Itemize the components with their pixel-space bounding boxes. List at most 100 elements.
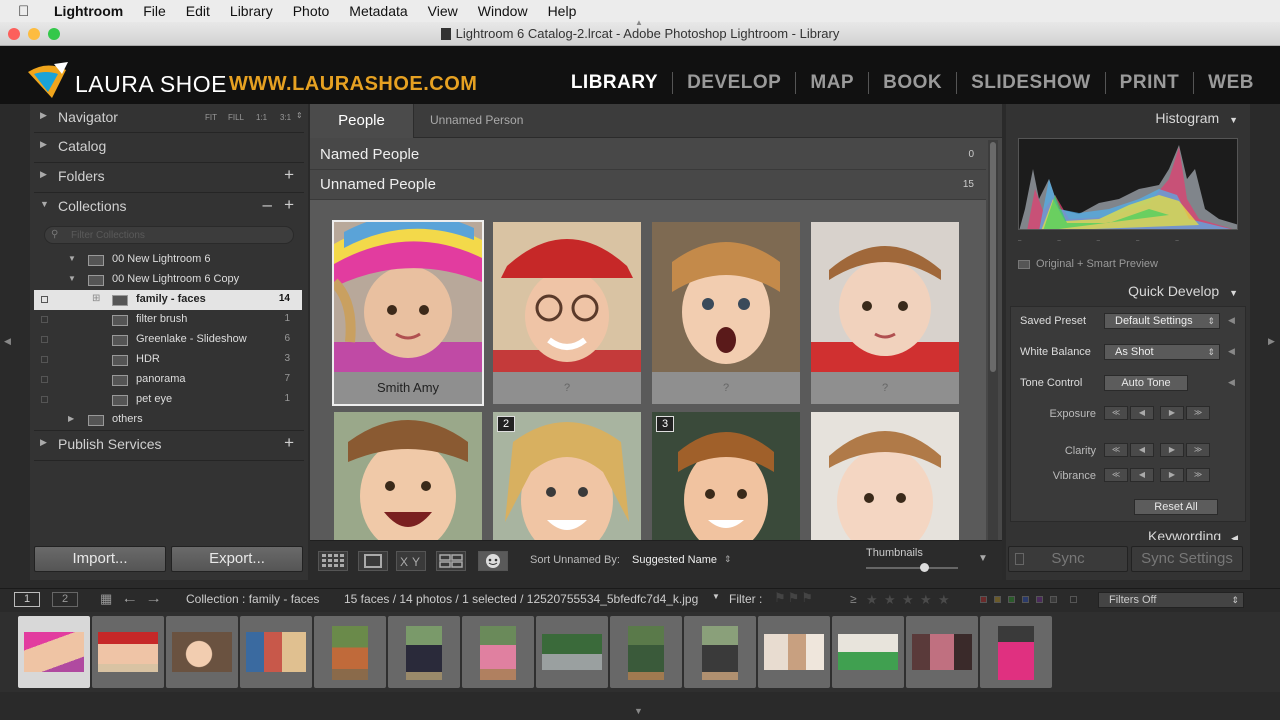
sync-button[interactable]: Sync	[1008, 546, 1128, 572]
module-develop[interactable]: DEVELOP	[672, 72, 795, 94]
green-label-filter-icon[interactable]	[1008, 596, 1015, 603]
scrollbar-thumb[interactable]	[990, 142, 996, 372]
expand-left-triangle-icon[interactable]: ◀	[1228, 377, 1235, 388]
filmstrip-thumbnail[interactable]	[980, 616, 1052, 688]
filmstrip-thumbnail[interactable]	[462, 616, 534, 688]
menu-library[interactable]: Library	[230, 3, 273, 19]
add-collection-icon[interactable]: +	[284, 195, 294, 215]
menu-view[interactable]: View	[428, 3, 458, 19]
menu-metadata[interactable]: Metadata	[349, 3, 407, 19]
filmstrip-thumbnail-selected[interactable]	[18, 616, 90, 688]
face-name-field[interactable]: ?	[652, 372, 800, 404]
zoom-window-button[interactable]	[48, 28, 60, 40]
custom-label-filter-icon[interactable]	[1050, 596, 1057, 603]
compare-view-icon[interactable]: XY	[396, 551, 426, 571]
toolbar-menu-icon[interactable]: ▼	[978, 553, 988, 564]
target-checkbox[interactable]	[41, 356, 48, 363]
people-view-icon[interactable]	[478, 551, 508, 571]
quick-develop-header[interactable]: Quick Develop ▼	[1128, 283, 1238, 299]
filmstrip-thumbnail[interactable]	[832, 616, 904, 688]
dropdown-arrow-icon[interactable]: ▼	[712, 592, 720, 601]
unnamed-people-header[interactable]: Unnamed People 15	[310, 170, 986, 200]
collections-header[interactable]: ▼ Collections – +	[38, 193, 302, 221]
zoom-fill[interactable]: FILL	[228, 113, 244, 122]
catalog-header[interactable]: ▶ Catalog	[38, 133, 302, 161]
expand-triangle-icon[interactable]: ▶	[68, 414, 74, 423]
close-window-button[interactable]	[8, 28, 20, 40]
star-filter-icon[interactable]: ★	[866, 592, 878, 608]
module-book[interactable]: BOOK	[868, 72, 956, 94]
zoom-3-1[interactable]: 3:1	[280, 113, 291, 122]
grid-view-icon[interactable]	[318, 551, 348, 571]
minimize-window-button[interactable]	[28, 28, 40, 40]
add-publish-service-icon[interactable]: +	[284, 433, 294, 453]
face-cell[interactable]: 2	[491, 410, 643, 540]
star-filter-icon[interactable]: ★	[920, 592, 932, 608]
sort-dropdown[interactable]: Suggested Name	[632, 554, 717, 566]
star-filter-icon[interactable]: ★	[938, 592, 950, 608]
navigator-header[interactable]: ▶ Navigator FIT FILL 1:1 3:1 ⇕	[38, 104, 303, 132]
zoom-1-1[interactable]: 1:1	[256, 113, 267, 122]
auto-tone-button[interactable]: Auto Tone	[1104, 375, 1188, 391]
filmstrip-thumbnail[interactable]	[610, 616, 682, 688]
export-button[interactable]: Export...	[171, 546, 303, 572]
target-checkbox[interactable]	[41, 336, 48, 343]
filmstrip-thumbnail[interactable]	[758, 616, 830, 688]
filmstrip-thumbnail[interactable]	[388, 616, 460, 688]
exposure-increase-large-button[interactable]: ≫	[1186, 406, 1210, 420]
exposure-decrease-button[interactable]: ◀	[1130, 406, 1154, 420]
grid-icon[interactable]: ▦	[100, 591, 112, 607]
loupe-view-icon[interactable]	[358, 551, 388, 571]
exposure-increase-button[interactable]: ▶	[1160, 406, 1184, 420]
filmstrip-thumbnail[interactable]	[240, 616, 312, 688]
collection-set-row[interactable]: ▼ 00 New Lightroom 6 Copy	[34, 270, 302, 290]
no-label-filter-icon[interactable]	[1070, 596, 1077, 603]
keywording-header[interactable]: Keywording ◀	[1148, 528, 1238, 540]
blue-label-filter-icon[interactable]	[1022, 596, 1029, 603]
menu-help[interactable]: Help	[548, 3, 577, 19]
purple-label-filter-icon[interactable]	[1036, 596, 1043, 603]
collapse-triangle-icon[interactable]: ▼	[68, 254, 76, 263]
top-panel-toggle-icon[interactable]: ▲	[635, 18, 643, 27]
clarity-increase-large-button[interactable]: ≫	[1186, 443, 1210, 457]
collection-row-selected[interactable]: ⊞ family - faces 14	[34, 290, 302, 310]
zoom-fit[interactable]: FIT	[205, 113, 217, 122]
vibrance-increase-large-button[interactable]: ≫	[1186, 468, 1210, 482]
menu-app[interactable]: Lightroom	[54, 3, 123, 19]
menu-window[interactable]: Window	[478, 3, 528, 19]
face-cell-selected[interactable]: Smith Amy	[332, 220, 484, 406]
filmstrip-thumbnail[interactable]	[906, 616, 978, 688]
face-cell[interactable]: ?	[491, 220, 643, 406]
filmstrip-thumbnail[interactable]	[536, 616, 608, 688]
module-web[interactable]: WEB	[1193, 72, 1268, 94]
collection-set-row[interactable]: ▼ 00 New Lightroom 6	[34, 250, 302, 270]
expand-left-triangle-icon[interactable]: ◀	[1228, 346, 1235, 357]
face-cell[interactable]: 3	[650, 410, 802, 540]
target-checkbox[interactable]	[41, 396, 48, 403]
apple-icon[interactable]: 	[18, 3, 40, 20]
grid-scrollbar[interactable]	[988, 140, 998, 540]
back-arrow-icon[interactable]: 🠀	[124, 590, 135, 614]
rating-operator-icon[interactable]: ≥	[850, 592, 857, 606]
face-name-field[interactable]: ?	[493, 372, 641, 404]
folders-header[interactable]: ▶ Folders +	[38, 163, 302, 191]
target-checkbox[interactable]	[41, 376, 48, 383]
clarity-decrease-button[interactable]: ◀	[1130, 443, 1154, 457]
reset-all-button[interactable]: Reset All	[1134, 499, 1218, 515]
star-filter-icon[interactable]: ★	[884, 592, 896, 608]
target-checkbox[interactable]	[41, 316, 48, 323]
flag-filter-icons[interactable]: ⚑⚑⚑	[774, 590, 815, 606]
filmstrip-thumbnail[interactable]	[684, 616, 756, 688]
right-panel-toggle-icon[interactable]: ▶	[1268, 336, 1275, 347]
face-cell[interactable]: ?	[809, 220, 961, 406]
remove-collection-icon[interactable]: –	[263, 195, 272, 215]
zoom-stepper-icon[interactable]: ⇕	[296, 111, 303, 120]
main-window-button[interactable]: 1	[14, 592, 40, 607]
vibrance-decrease-large-button[interactable]: ≪	[1104, 468, 1128, 482]
collection-filter-field[interactable]: ⚲ Filter Collections	[44, 226, 294, 244]
auto-sync-switch-icon[interactable]	[1015, 553, 1024, 565]
clarity-increase-button[interactable]: ▶	[1160, 443, 1184, 457]
filmstrip-thumbnail[interactable]	[314, 616, 386, 688]
collection-row[interactable]: HDR 3	[34, 350, 302, 370]
menu-file[interactable]: File	[143, 3, 166, 19]
